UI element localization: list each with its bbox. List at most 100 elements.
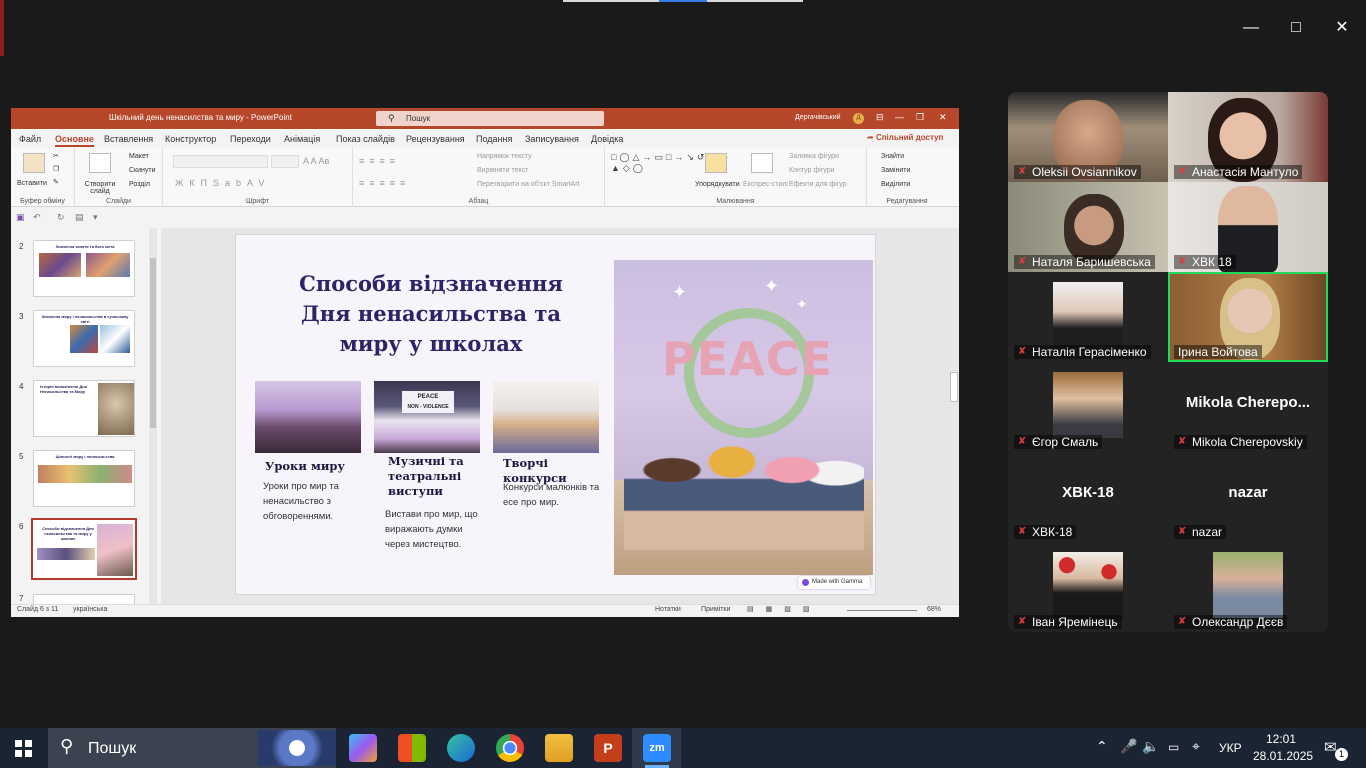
section-button[interactable]: Розділ bbox=[129, 181, 150, 188]
paste-icon[interactable] bbox=[23, 153, 45, 173]
participant-tile[interactable]: ✘ Наталя Баришевська bbox=[1008, 182, 1168, 272]
close-icon[interactable]: ✕ bbox=[1327, 14, 1357, 42]
zoom-icon[interactable]: zm bbox=[643, 734, 671, 762]
participant-tile[interactable]: Mikola Cherepo... ✘ Mikola Cherepovskiy bbox=[1168, 362, 1328, 452]
cut-icon[interactable]: ✂ bbox=[53, 152, 59, 160]
comments-button[interactable]: Примітки bbox=[701, 606, 730, 613]
tab-insert[interactable]: Вставлення bbox=[104, 134, 153, 144]
align-icons[interactable]: ≡≡≡≡≡ bbox=[359, 178, 410, 188]
paste-button[interactable]: Вставити bbox=[17, 180, 47, 187]
current-slide[interactable]: Способи відзначення Дня ненасильства та … bbox=[235, 234, 876, 595]
thumbnail-scroll-thumb[interactable] bbox=[150, 258, 156, 428]
tab-help[interactable]: Довідка bbox=[591, 134, 623, 144]
participant-tile[interactable]: nazar ✘ nazar bbox=[1168, 452, 1328, 542]
smartart-button[interactable]: Перетворити на об'єкт SmartArt bbox=[477, 181, 580, 188]
tab-animations[interactable]: Анімація bbox=[284, 134, 320, 144]
tab-view[interactable]: Подання bbox=[476, 134, 512, 144]
user-avatar[interactable]: Д bbox=[853, 113, 864, 124]
participant-tile[interactable]: ✘ ХВК 18 bbox=[1168, 182, 1328, 272]
taskbar-search-box[interactable]: ⚲ Пошук bbox=[48, 728, 336, 768]
made-with-gamma-badge[interactable]: Made with Gamma bbox=[798, 576, 870, 589]
tab-record[interactable]: Записування bbox=[525, 134, 579, 144]
card-text-contests[interactable]: Конкурси малюнків та есе про мир. bbox=[503, 480, 603, 510]
ppt-user-name[interactable]: Дергачівський bbox=[795, 114, 841, 121]
quick-styles-icon[interactable] bbox=[751, 153, 773, 173]
new-slide-icon[interactable] bbox=[89, 153, 111, 173]
minimize-icon[interactable]: — bbox=[1236, 14, 1266, 42]
replace-button[interactable]: Замінити bbox=[881, 167, 910, 174]
participant-tile[interactable]: ✘ Анастасія Мантуло bbox=[1168, 92, 1328, 182]
store-icon[interactable] bbox=[398, 734, 426, 762]
chrome-icon[interactable] bbox=[496, 734, 524, 762]
slide-title[interactable]: Способи відзначення Дня ненасильства та … bbox=[276, 269, 586, 359]
edge-icon[interactable] bbox=[447, 734, 475, 762]
slide-thumbnail-5[interactable]: Цінності миру і ненасильства bbox=[33, 450, 135, 507]
shape-outline-button[interactable]: Контур фігури bbox=[789, 167, 834, 174]
reset-button[interactable]: Скинути bbox=[129, 167, 156, 174]
participant-tile[interactable]: ✘ Олександр Дєєв bbox=[1168, 542, 1328, 632]
card-text-lessons[interactable]: Уроки про мир та ненасильство з обговоре… bbox=[263, 479, 359, 524]
slide-scrollbar[interactable] bbox=[949, 228, 959, 606]
card-heading-lessons[interactable]: Уроки миру bbox=[265, 459, 355, 474]
font-family-select[interactable] bbox=[173, 155, 268, 168]
maximize-icon[interactable]: □ bbox=[1281, 14, 1311, 42]
file-explorer-icon[interactable] bbox=[545, 734, 573, 762]
ppt-minimize-icon[interactable]: — bbox=[895, 112, 904, 122]
participant-tile[interactable]: ✘ Oleksii Ovsiannikov bbox=[1008, 92, 1168, 182]
copilot-icon[interactable] bbox=[349, 734, 377, 762]
layout-button[interactable]: Макет bbox=[129, 153, 149, 160]
quick-styles-button[interactable]: Експрес-стилі bbox=[743, 181, 788, 188]
tray-overflow-icon[interactable]: ⌃ bbox=[1096, 738, 1108, 755]
redo-icon[interactable]: ↻ bbox=[57, 212, 65, 223]
card-heading-performances[interactable]: Музичні та театральні виступи bbox=[388, 454, 468, 499]
participant-tile-active-speaker[interactable]: Ірина Войтова bbox=[1168, 272, 1328, 362]
arrange-button[interactable]: Упорядкувати bbox=[695, 181, 740, 188]
participant-tile[interactable]: ✘ Єгор Смаль bbox=[1008, 362, 1168, 452]
arrange-icon[interactable] bbox=[705, 153, 727, 173]
tab-transitions[interactable]: Переходи bbox=[230, 134, 271, 144]
zoom-slider[interactable] bbox=[847, 610, 917, 611]
card-text-performances[interactable]: Вистави про мир, що виражають думки чере… bbox=[385, 507, 481, 552]
tab-file[interactable]: Файл bbox=[19, 134, 41, 144]
slide-thumbnail-6[interactable]: Способи відзначення Дня ненасильства та … bbox=[31, 518, 137, 580]
view-buttons[interactable]: ▤▦▧▨ bbox=[747, 605, 821, 613]
ribbon-display-icon[interactable]: ⊟ bbox=[876, 112, 884, 123]
shape-effects-button[interactable]: Ефекти для фігур bbox=[789, 181, 847, 188]
font-format-icons[interactable]: ЖКПSabAV bbox=[175, 178, 270, 188]
battery-icon[interactable]: ▭ bbox=[1168, 740, 1179, 754]
present-icon[interactable]: ▤ bbox=[75, 212, 84, 223]
new-slide-button[interactable]: Створити слайд bbox=[83, 181, 117, 195]
shape-fill-button[interactable]: Заливка фігури bbox=[789, 153, 839, 160]
save-icon[interactable]: ▣ bbox=[16, 212, 25, 223]
clock-time[interactable]: 12:01 bbox=[1266, 732, 1296, 746]
ppt-close-icon[interactable]: ✕ bbox=[939, 112, 947, 123]
list-icons[interactable]: ≡≡≡≡ bbox=[359, 156, 400, 166]
language-indicator[interactable]: українська bbox=[73, 606, 107, 613]
slide-scroll-thumb[interactable] bbox=[950, 372, 958, 402]
slide-thumbnail-3[interactable]: Значення миру і ненасильства в сучасному… bbox=[33, 310, 135, 367]
format-painter-icon[interactable]: ✎ bbox=[53, 178, 59, 186]
slide-thumbnail-2[interactable]: Значення занятя та його мета bbox=[33, 240, 135, 297]
align-text-button[interactable]: Вирівняти текст bbox=[477, 167, 528, 174]
peace-mural-image[interactable]: PEACE ✦ ✦ ✦ bbox=[614, 260, 873, 575]
shapes-gallery[interactable]: □◯△→▭□→↘↺★{}▲◇◯ bbox=[611, 152, 728, 188]
network-icon[interactable]: ⌖ bbox=[1192, 738, 1200, 755]
zoom-level[interactable]: 68% bbox=[927, 606, 941, 613]
participant-tile[interactable]: ✘ Наталія Герасіменко bbox=[1008, 272, 1168, 362]
powerpoint-icon[interactable]: P bbox=[594, 734, 622, 762]
find-button[interactable]: Знайти bbox=[881, 153, 904, 160]
copy-icon[interactable]: ❐ bbox=[53, 165, 59, 173]
customize-qat-icon[interactable]: ▾ bbox=[93, 212, 98, 223]
tab-design[interactable]: Конструктор bbox=[165, 134, 216, 144]
tab-slideshow[interactable]: Показ слайдів bbox=[336, 134, 395, 144]
font-size-select[interactable] bbox=[271, 155, 299, 168]
microphone-icon[interactable]: 🎤 bbox=[1120, 738, 1137, 755]
ppt-search-box[interactable]: ⚲ Пошук bbox=[376, 111, 604, 126]
clock-date[interactable]: 28.01.2025 bbox=[1253, 749, 1313, 763]
undo-icon[interactable]: ↶ bbox=[33, 212, 41, 223]
participant-tile[interactable]: ХВК-18 ✘ ХВК-18 bbox=[1008, 452, 1168, 542]
select-button[interactable]: Виділити bbox=[881, 181, 910, 188]
participant-tile[interactable]: ✘ Іван Яремінець bbox=[1008, 542, 1168, 632]
notes-button[interactable]: Нотатки bbox=[655, 606, 681, 613]
text-direction-button[interactable]: Напрямок тексту bbox=[477, 153, 532, 160]
